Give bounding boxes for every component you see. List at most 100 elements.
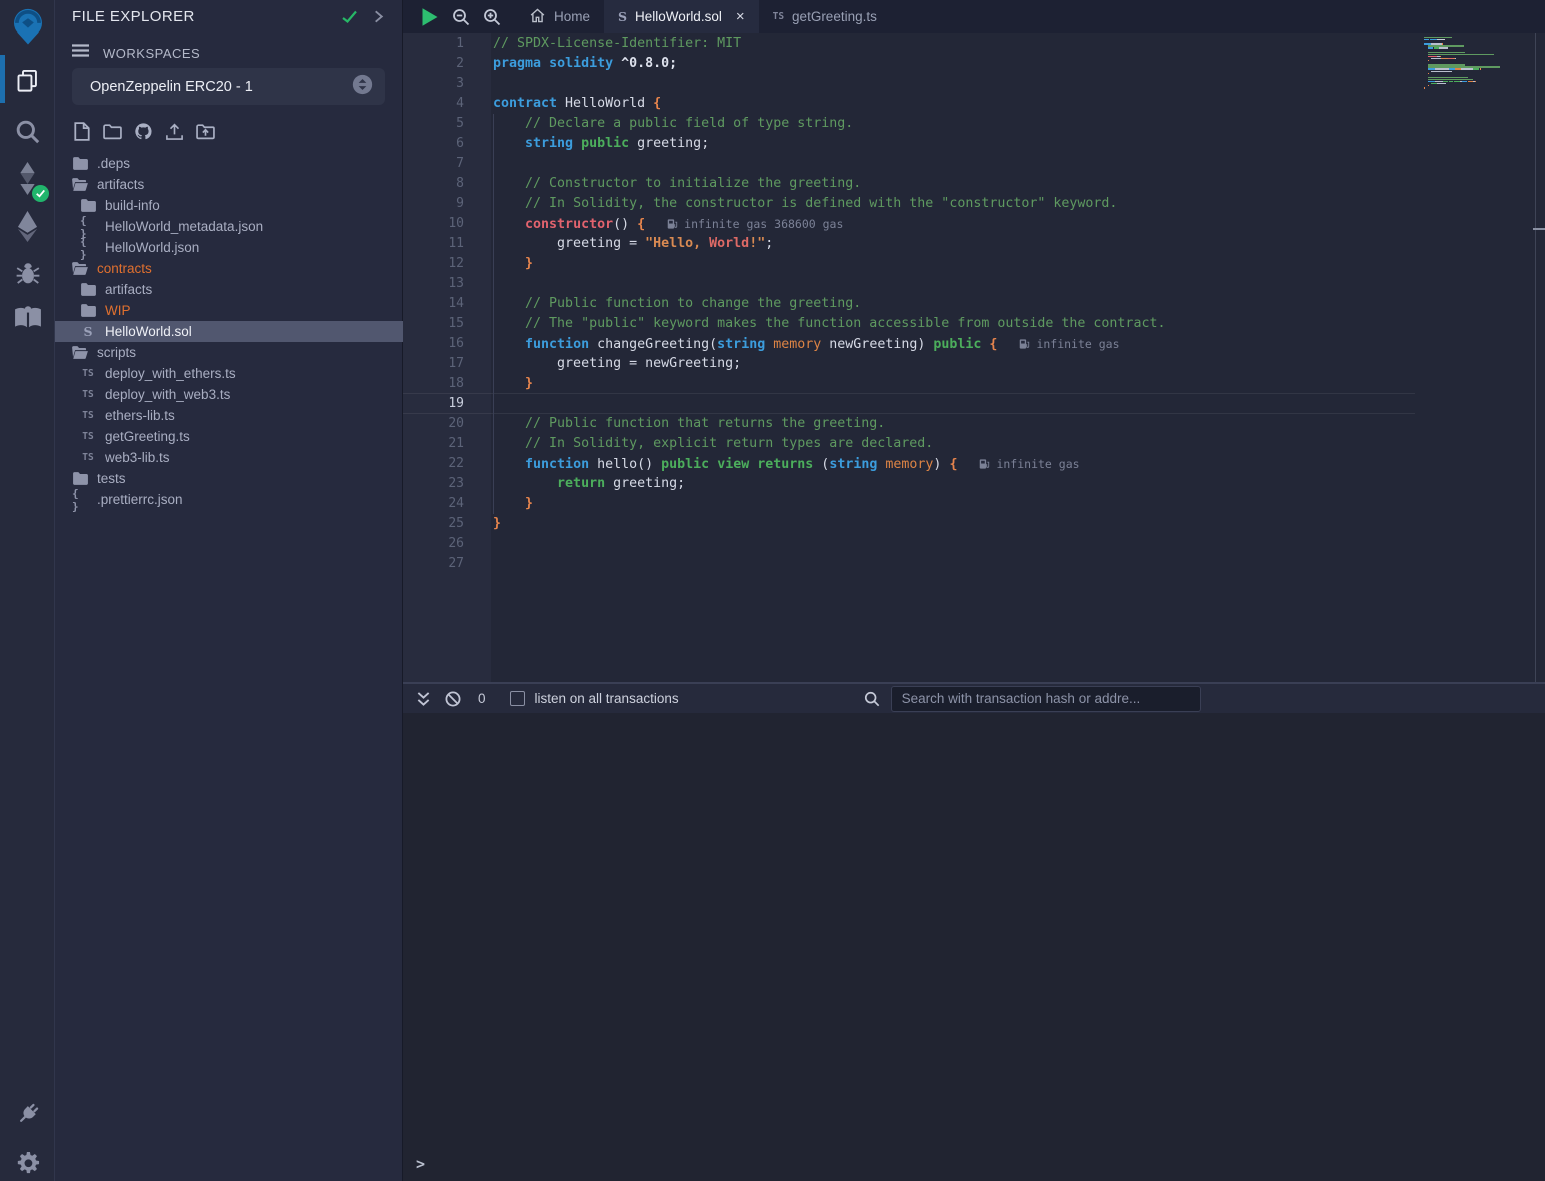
line-number: 5 — [403, 114, 464, 134]
scrollbar-marker[interactable] — [1533, 228, 1545, 230]
line-number: 9 — [403, 194, 464, 214]
create-new-folder-button[interactable] — [103, 122, 122, 141]
solidity-compiler-icon[interactable] — [0, 158, 55, 198]
zoom-in-icon[interactable] — [483, 8, 501, 26]
gas-estimate-annotation: infinite gas — [1019, 334, 1119, 354]
remix-logo-icon[interactable] — [0, 6, 55, 48]
run-script-button[interactable] — [421, 7, 439, 27]
tree-item-helloworld-metadata-json[interactable]: { }HelloWorld_metadata.json — [55, 216, 403, 237]
folder-open-icon — [72, 262, 88, 275]
solidity-icon: S — [80, 324, 96, 339]
tree-item-label: .prettierrc.json — [97, 492, 183, 507]
code-line-8: // Constructor to initialize the greetin… — [491, 174, 1415, 194]
tree-item-getgreeting-ts[interactable]: TSgetGreeting.ts — [55, 426, 403, 447]
upload-files-button[interactable] — [165, 122, 184, 141]
tab-home[interactable]: Home — [515, 0, 604, 33]
terminal-output[interactable]: > — [403, 713, 1545, 1181]
tree-item-ethers-lib-ts[interactable]: TSethers-lib.ts — [55, 405, 403, 426]
hamburger-menu-icon[interactable] — [72, 44, 89, 62]
tree-item-build-info[interactable]: build-info — [55, 195, 403, 216]
gas-estimate-annotation: infinite gas — [979, 454, 1079, 474]
zoom-out-icon[interactable] — [452, 8, 470, 26]
expand-terminal-icon[interactable] — [416, 691, 431, 707]
deploy-run-icon[interactable] — [0, 208, 55, 244]
line-number: 1 — [403, 34, 464, 54]
tree-item-label: build-info — [105, 198, 160, 213]
tree-item-scripts[interactable]: scripts — [55, 342, 403, 363]
tree-item-contracts[interactable]: contracts — [55, 258, 403, 279]
code-line-15: // The "public" keyword makes the functi… — [491, 314, 1415, 334]
search-icon[interactable] — [0, 113, 55, 149]
line-number: 13 — [403, 274, 464, 294]
folder-open-icon — [72, 178, 88, 191]
file-explorer-icon[interactable] — [0, 61, 55, 99]
line-number: 17 — [403, 354, 464, 374]
tree-item-deploy-with-ethers-ts[interactable]: TSdeploy_with_ethers.ts — [55, 363, 403, 384]
settings-icon[interactable] — [0, 1147, 55, 1179]
upload-folder-button[interactable] — [196, 122, 215, 141]
workspace-select[interactable]: OpenZeppelin ERC20 - 1 — [72, 68, 385, 105]
file-explorer-panel: FILE EXPLORER WORKSPACES OpenZeppelin ER… — [55, 0, 403, 1181]
line-number: 26 — [403, 534, 464, 554]
json-icon: { } — [80, 235, 96, 261]
folder-open-icon — [72, 346, 88, 359]
listen-transactions-checkbox[interactable] — [510, 691, 525, 706]
code-line-3 — [491, 74, 1415, 94]
code-line-10: constructor() {infinite gas 368600 gas — [491, 214, 1415, 234]
workspaces-label: WORKSPACES — [103, 46, 200, 61]
chevron-right-icon[interactable] — [371, 8, 386, 30]
terminal-prompt: > — [416, 1155, 425, 1173]
folder-closed-icon — [72, 157, 88, 170]
tree-item-label: web3-lib.ts — [105, 450, 170, 465]
clone-git-repository-button[interactable] — [134, 122, 153, 141]
tree-item-deploy-with-web3-ts[interactable]: TSdeploy_with_web3.ts — [55, 384, 403, 405]
workspace-selected-value: OpenZeppelin ERC20 - 1 — [90, 79, 352, 95]
ts-icon: TS — [80, 389, 96, 400]
terminal-search-input[interactable] — [891, 686, 1201, 712]
tree-item-artifacts[interactable]: artifacts — [55, 279, 403, 300]
code-content[interactable]: // SPDX-License-Identifier: MITpragma so… — [491, 34, 1415, 574]
tree-item-label: HelloWorld.json — [105, 240, 199, 255]
line-number: 25 — [403, 514, 464, 534]
code-line-7 — [491, 154, 1415, 174]
tab-helloworld-sol[interactable]: S HelloWorld.sol × — [604, 0, 759, 33]
workspaces-header: WORKSPACES — [72, 44, 200, 62]
tree-item-label: deploy_with_ethers.ts — [105, 366, 236, 381]
home-icon — [529, 7, 546, 27]
tree-item--deps[interactable]: .deps — [55, 153, 403, 174]
ts-icon: TS — [80, 410, 96, 421]
minimap[interactable] — [1424, 37, 1502, 94]
code-line-4: contract HelloWorld { — [491, 94, 1415, 114]
tree-item-helloworld-json[interactable]: { } HelloWorld.json — [55, 237, 403, 258]
ts-icon: TS — [80, 431, 96, 442]
code-editor[interactable]: 1234567891011121314151617181920212223242… — [403, 33, 1545, 682]
panel-title: FILE EXPLORER — [72, 8, 195, 25]
tree-item--prettierrc-json[interactable]: { }.prettierrc.json — [55, 489, 403, 510]
line-number: 22 — [403, 454, 464, 474]
plugin-manager-icon[interactable] — [0, 1098, 55, 1130]
tree-item-tests[interactable]: tests — [55, 468, 403, 489]
activity-bar — [0, 0, 55, 1181]
tree-item-label: .deps — [97, 156, 130, 171]
line-number: 21 — [403, 434, 464, 454]
learneth-icon[interactable] — [0, 300, 55, 334]
tree-item-helloworld-sol[interactable]: SHelloWorld.sol — [55, 321, 403, 342]
create-new-file-button[interactable] — [72, 122, 91, 141]
tree-item-web3-lib-ts[interactable]: TSweb3-lib.ts — [55, 447, 403, 468]
clear-console-icon[interactable] — [445, 691, 461, 707]
code-line-13 — [491, 274, 1415, 294]
folder-closed-icon — [80, 304, 96, 317]
debugger-icon[interactable] — [0, 256, 55, 290]
overview-ruler-divider — [1535, 33, 1536, 682]
code-line-26 — [491, 534, 1415, 554]
code-line-11: greeting = "Hello, World!"; — [491, 234, 1415, 254]
line-number: 23 — [403, 474, 464, 494]
code-line-18: } — [491, 374, 1415, 394]
tree-item-wip[interactable]: WIP — [55, 300, 403, 321]
tree-item-artifacts[interactable]: artifacts — [55, 174, 403, 195]
tab-getgreeting-ts[interactable]: TS getGreeting.ts — [759, 0, 891, 33]
line-number: 15 — [403, 314, 464, 334]
code-line-24: } — [491, 494, 1415, 514]
code-line-22: function hello() public view returns (st… — [491, 454, 1415, 474]
close-tab-icon[interactable]: × — [736, 9, 745, 24]
